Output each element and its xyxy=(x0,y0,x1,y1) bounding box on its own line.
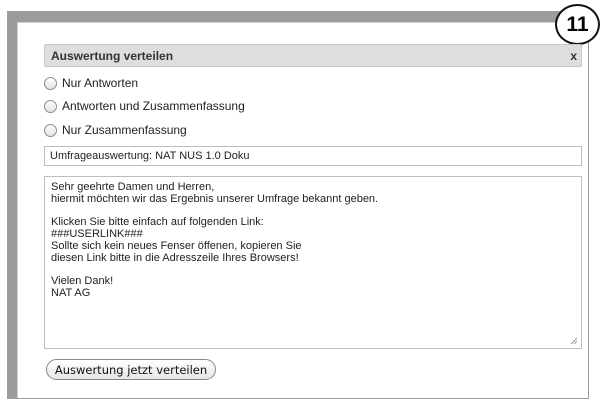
message-line: Sollte sich kein neues Fenser öffenen, k… xyxy=(51,239,302,252)
message-line: NAT AG xyxy=(51,287,91,300)
dialog-title: Auswertung verteilen xyxy=(51,49,174,63)
message-line xyxy=(51,265,575,277)
radio-nur-zusammenfassung[interactable]: Nur Zusammenfassung xyxy=(44,122,187,138)
radio-label: Antworten und Zusammenfassung xyxy=(62,99,245,113)
radio-label: Nur Zusammenfassung xyxy=(62,123,187,137)
close-button[interactable]: x xyxy=(570,49,577,63)
radio-button-icon[interactable] xyxy=(44,76,57,90)
radio-antworten-und-zusammenfassung[interactable]: Antworten und Zusammenfassung xyxy=(44,98,245,114)
radio-label: Nur Antworten xyxy=(62,76,139,90)
radio-button-icon[interactable] xyxy=(44,99,57,113)
message-line: diesen Link bitte in die Adresszeile Ihr… xyxy=(51,251,299,264)
message-line: Vielen Dank! xyxy=(51,275,114,288)
resize-grip-icon[interactable] xyxy=(570,337,578,345)
radio-nur-antworten[interactable]: Nur Antworten xyxy=(44,75,138,91)
step-number-badge: 11 xyxy=(555,4,600,45)
message-textarea[interactable]: Sehr geehrte Damen und Herren, hiermit m… xyxy=(44,176,582,349)
send-evaluation-button[interactable]: Auswertung jetzt verteilen xyxy=(46,359,216,380)
dialog-header: Auswertung verteilen x xyxy=(44,44,582,67)
subject-field[interactable]: Umfrageauswertung: NAT NUS 1.0 Doku xyxy=(44,146,582,166)
message-line: hiermit möchten wir das Ergebnis unserer… xyxy=(51,192,379,205)
radio-button-icon[interactable] xyxy=(44,123,57,137)
